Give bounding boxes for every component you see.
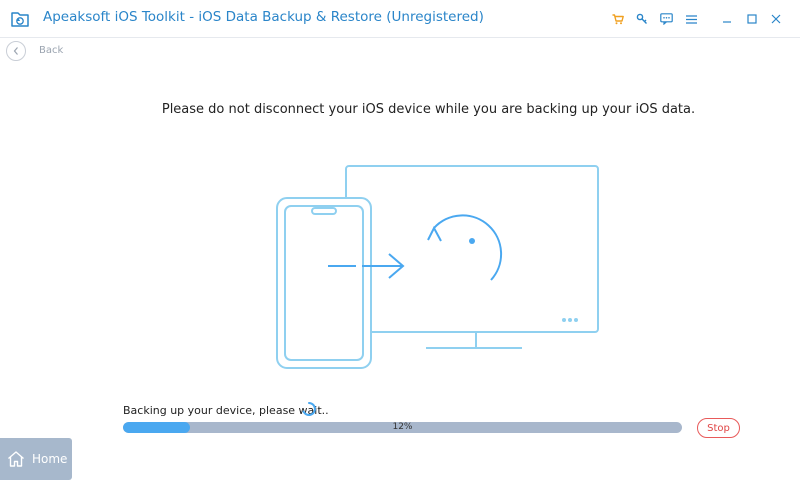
back-label[interactable]: Back xyxy=(39,45,63,56)
backup-warning-message: Please do not disconnect your iOS device… xyxy=(161,102,696,117)
home-label: Home xyxy=(32,452,68,466)
progress-percent: 12% xyxy=(392,422,413,432)
chevron-left-icon xyxy=(13,47,18,55)
phone-icon xyxy=(276,197,372,369)
home-button[interactable]: Home xyxy=(0,438,72,480)
app-folder-icon xyxy=(11,12,29,27)
minimize-icon[interactable] xyxy=(719,11,735,27)
progress-status-text: Backing up your device, please wait.. xyxy=(123,404,329,417)
window-title: Apeaksoft iOS Toolkit - iOS Data Backup … xyxy=(43,9,484,25)
title-bar: Apeaksoft iOS Toolkit - iOS Data Backup … xyxy=(0,0,800,38)
loading-spinner-icon xyxy=(302,402,316,416)
menu-icon[interactable] xyxy=(683,11,699,27)
monitor-icon xyxy=(345,165,599,349)
stop-button[interactable]: Stop xyxy=(697,418,740,438)
progress-bar: 12% xyxy=(123,422,682,433)
home-icon xyxy=(8,451,24,467)
key-icon[interactable] xyxy=(634,11,650,27)
close-icon[interactable] xyxy=(768,11,784,27)
cart-icon[interactable] xyxy=(610,11,626,27)
feedback-icon[interactable] xyxy=(658,11,674,27)
app-window: Apeaksoft iOS Toolkit - iOS Data Backup … xyxy=(0,0,800,491)
maximize-icon[interactable] xyxy=(744,11,760,27)
backup-illustration xyxy=(276,165,599,369)
back-button[interactable] xyxy=(6,41,26,61)
